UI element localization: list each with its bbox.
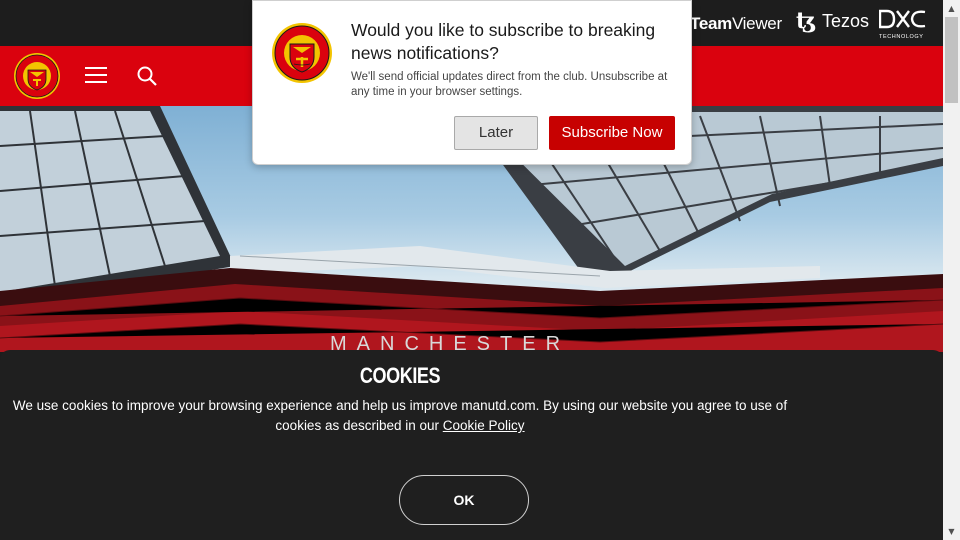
menu-button[interactable] — [85, 64, 107, 86]
cookie-policy-link[interactable]: Cookie Policy — [443, 418, 525, 433]
dxc-logo[interactable]: TECHNOLOGY — [878, 9, 927, 40]
page-scrollbar[interactable]: ▲ ▼ — [943, 0, 960, 540]
cookie-banner: COOKIES We use cookies to improve your b… — [0, 350, 943, 540]
dxc-tagline: TECHNOLOGY — [879, 34, 924, 40]
scroll-thumb[interactable] — [945, 17, 958, 103]
tezos-wordmark: Tezos — [822, 10, 870, 31]
later-button[interactable]: Later — [454, 116, 538, 150]
scroll-up-icon[interactable]: ▲ — [943, 0, 960, 17]
search-icon[interactable] — [136, 65, 158, 87]
tezos-logo[interactable]: ꜩ Tezos — [796, 10, 869, 32]
cookie-message: We use cookies to improve your browsing … — [10, 396, 790, 436]
push-notification-dialog: Would you like to subscribe to breaking … — [252, 0, 692, 165]
teamviewer-logo-rest: Viewer — [731, 14, 782, 33]
tezos-mark-icon: ꜩ — [796, 8, 816, 34]
teamviewer-logo[interactable]: TeamViewer — [690, 14, 782, 34]
club-crest-logo[interactable] — [13, 52, 61, 100]
dxc-wordmark-icon — [878, 9, 926, 29]
club-crest-icon — [272, 23, 332, 83]
notification-title: Would you like to subscribe to breaking … — [351, 20, 656, 63]
cookie-title: COOKIES — [359, 363, 441, 388]
notification-body: We'll send official updates direct from … — [351, 71, 668, 98]
teamviewer-logo-bold: Team — [690, 14, 732, 33]
cookie-ok-button[interactable]: OK — [399, 475, 529, 525]
subscribe-now-button[interactable]: Subscribe Now — [549, 116, 675, 150]
cookie-message-text: We use cookies to improve your browsing … — [12, 398, 788, 433]
scroll-down-icon[interactable]: ▼ — [943, 523, 960, 540]
